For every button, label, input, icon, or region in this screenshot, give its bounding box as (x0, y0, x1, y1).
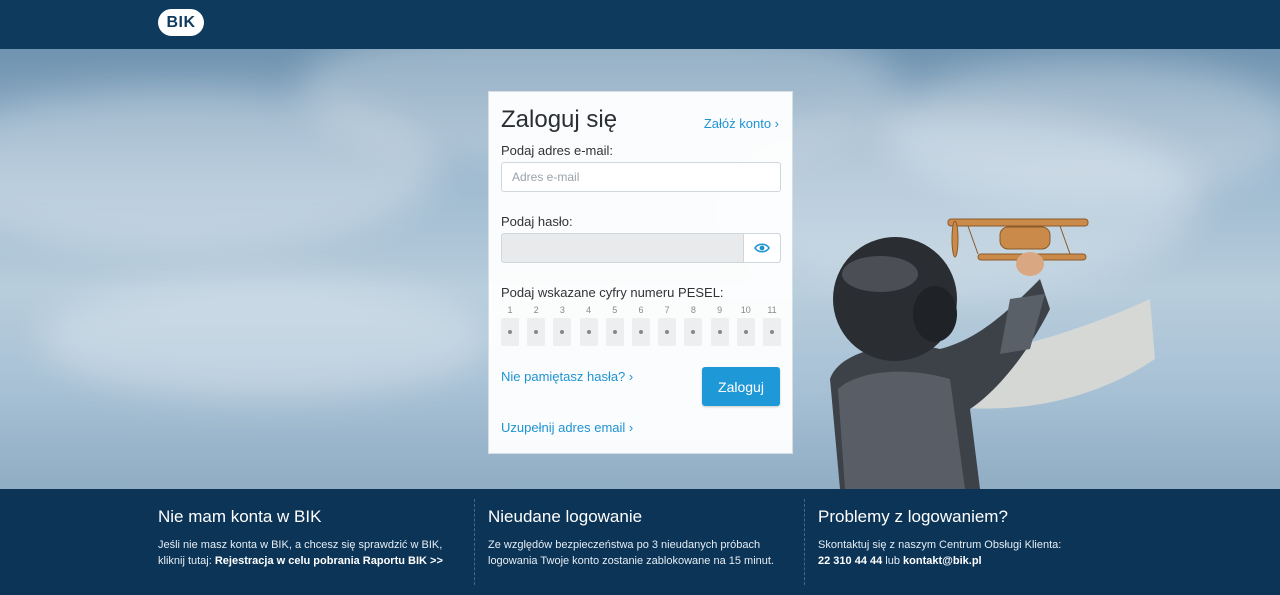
logo-text: BIK (166, 13, 196, 31)
pesel-digit-2[interactable]: 2 (527, 305, 546, 346)
footer-login-problems: Problemy z logowaniem? Skontaktuj się z … (818, 507, 1098, 569)
pesel-digit-input[interactable] (710, 318, 729, 346)
pesel-digit-8[interactable]: 8 (684, 305, 703, 346)
pesel-digit-number: 8 (690, 305, 696, 315)
pesel-digit-input[interactable] (605, 318, 624, 346)
pesel-digit-number: 7 (664, 305, 670, 315)
password-label: Podaj hasło: (501, 214, 573, 229)
pesel-digit-7[interactable]: 7 (658, 305, 677, 346)
footer-no-account-title: Nie mam konta w BIK (158, 507, 322, 526)
password-field-wrapper (501, 233, 781, 263)
pesel-digit-input[interactable] (527, 318, 546, 346)
pesel-digit-6[interactable]: 6 (632, 305, 650, 346)
pesel-digit-number: 10 (740, 305, 751, 315)
forgot-password-link[interactable]: Nie pamiętasz hasła? › (501, 369, 633, 384)
footer-divider (804, 499, 805, 585)
footer-login-problems-text: Skontaktuj się z naszym Centrum Obsługi … (818, 539, 1062, 567)
login-button[interactable]: Zaloguj (702, 367, 780, 406)
login-title: Zaloguj się (501, 106, 618, 133)
pesel-digit-number: 5 (612, 305, 618, 315)
pesel-digit-input[interactable] (553, 318, 572, 346)
pesel-digit-input[interactable] (501, 318, 519, 346)
register-link[interactable]: Rejestracja w celu pobrania Raportu BIK … (215, 555, 443, 567)
toy-plane-icon (947, 218, 1089, 261)
footer: Nie mam konta w BIK Jeśli nie masz konta… (0, 489, 1280, 595)
footer-failed-login-text: Ze względów bezpieczeństwa po 3 nieudany… (488, 539, 774, 567)
footer-divider (474, 499, 475, 585)
create-account-link[interactable]: Załóż konto › (704, 116, 779, 131)
pesel-digit-number: 6 (638, 305, 644, 315)
email-input[interactable] (502, 163, 780, 191)
support-email[interactable]: kontakt@bik.pl (903, 555, 982, 567)
footer-login-problems-title: Problemy z logowaniem? (818, 507, 1008, 526)
pesel-digit-input[interactable] (736, 318, 755, 346)
pesel-digit-number: 11 (767, 305, 777, 315)
email-label: Podaj adres e-mail: (501, 143, 613, 158)
footer-failed-login: Nieudane logowanie Ze względów bezpiecze… (488, 507, 788, 569)
show-password-button[interactable] (743, 234, 780, 262)
footer-no-account: Nie mam konta w BIK Jeśli nie masz konta… (158, 507, 448, 569)
login-panel: Zaloguj się Załóż konto › Podaj adres e-… (488, 91, 793, 454)
pesel-digits: 1 2 3 4 5 6 7 8 9 10 11 (501, 305, 781, 351)
pesel-digit-input[interactable] (579, 318, 598, 346)
footer-failed-login-title: Nieudane logowanie (488, 507, 643, 526)
complete-email-link[interactable]: Uzupełnij adres email › (501, 420, 633, 435)
pesel-digit-number: 1 (507, 305, 513, 315)
pesel-digit-input[interactable] (658, 318, 677, 346)
support-phone[interactable]: 22 310 44 44 (818, 555, 882, 567)
eye-icon (754, 243, 770, 253)
top-bar: BIK (0, 0, 1280, 49)
email-field-wrapper (501, 162, 781, 192)
pesel-digit-input[interactable] (763, 318, 781, 346)
pesel-digit-1[interactable]: 1 (501, 305, 519, 346)
pesel-digit-number: 2 (533, 305, 539, 315)
pesel-digit-9[interactable]: 9 (710, 305, 729, 346)
pesel-label: Podaj wskazane cyfry numeru PESEL: (501, 285, 724, 300)
pesel-digit-3[interactable]: 3 (553, 305, 572, 346)
pesel-digit-4[interactable]: 4 (579, 305, 598, 346)
pesel-digit-number: 9 (717, 305, 723, 315)
bik-logo[interactable]: BIK (158, 9, 204, 36)
pesel-digit-number: 4 (586, 305, 592, 315)
pesel-digit-input[interactable] (632, 318, 650, 346)
pesel-digit-input[interactable] (684, 318, 703, 346)
pesel-digit-10[interactable]: 10 (736, 305, 755, 346)
password-input[interactable] (502, 234, 742, 262)
footer-no-account-text: Jeśli nie masz konta w BIK, a chcesz się… (158, 539, 443, 567)
pesel-digit-5[interactable]: 5 (605, 305, 624, 346)
pesel-digit-number: 3 (559, 305, 565, 315)
pesel-digit-11[interactable]: 11 (763, 305, 781, 346)
